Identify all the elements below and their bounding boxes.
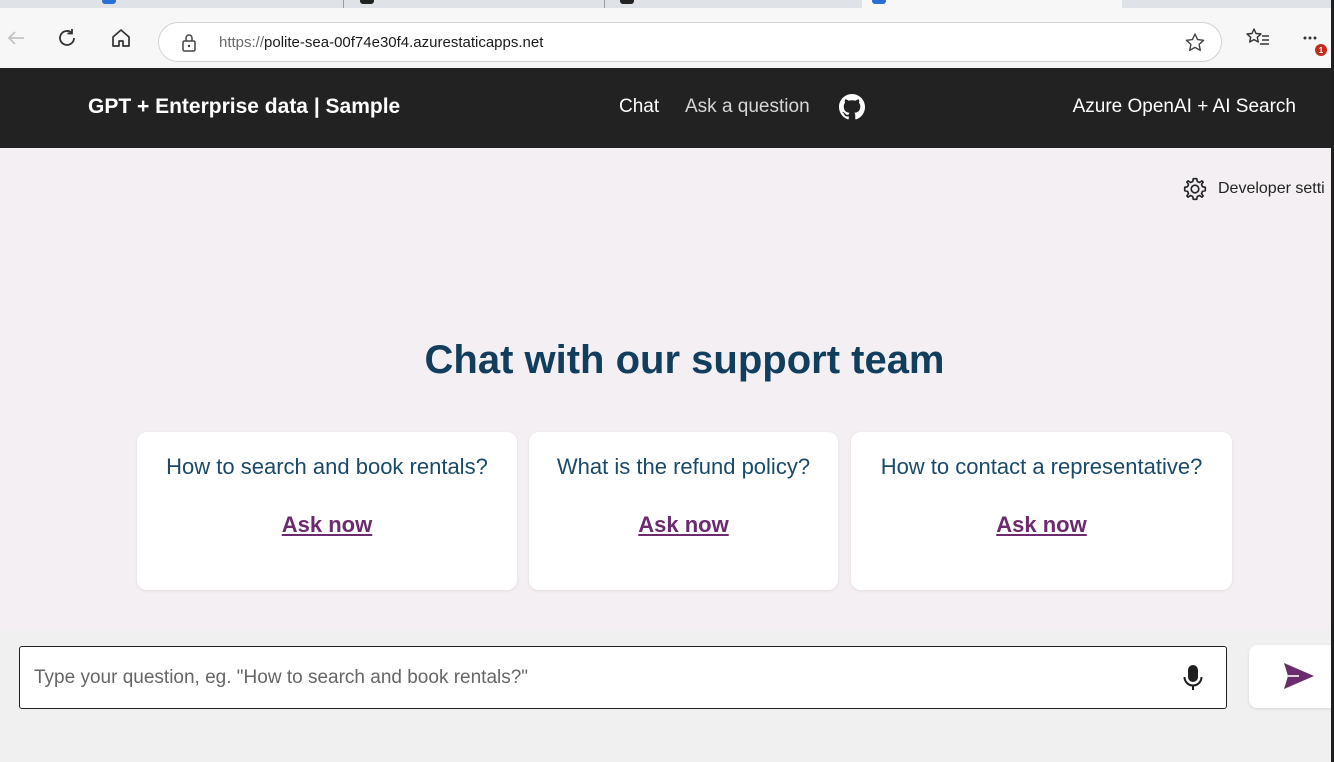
question-field[interactable] bbox=[19, 646, 1227, 709]
url-host: polite-sea-00f74e30f4.azurestaticapps.ne… bbox=[264, 34, 544, 51]
notification-badge: 1 bbox=[1315, 44, 1327, 56]
header-right-label: Azure OpenAI + AI Search bbox=[1072, 96, 1296, 117]
home-button[interactable] bbox=[105, 22, 137, 54]
browser-tab[interactable]: ✕ bbox=[92, 0, 332, 8]
example-card[interactable]: How to search and book rentals? Ask now bbox=[137, 432, 517, 590]
nav-chat[interactable]: Chat bbox=[619, 96, 659, 118]
app-header: GPT + Enterprise data | Sample Chat Ask … bbox=[0, 68, 1334, 148]
developer-settings-button[interactable]: Developer setti bbox=[1182, 176, 1325, 202]
address-bar[interactable]: https://polite-sea-00f74e30f4.azurestati… bbox=[158, 22, 1222, 62]
send-button[interactable] bbox=[1249, 645, 1334, 708]
send-icon bbox=[1284, 663, 1314, 689]
example-card[interactable]: How to contact a representative? Ask now bbox=[851, 432, 1232, 590]
browser-tab[interactable] bbox=[610, 0, 860, 8]
tab-favicon-icon bbox=[872, 0, 886, 4]
gear-icon bbox=[1183, 177, 1207, 201]
home-icon bbox=[112, 29, 130, 47]
favorites-icon bbox=[1246, 28, 1269, 45]
main-content: Developer setti Chat with our support te… bbox=[0, 148, 1334, 762]
back-button[interactable] bbox=[0, 22, 32, 54]
ask-now-link[interactable]: Ask now bbox=[851, 512, 1232, 538]
browser-tab-active[interactable] bbox=[862, 0, 1122, 8]
url-scheme: https:// bbox=[219, 34, 265, 51]
github-icon[interactable] bbox=[839, 94, 865, 120]
example-question: What is the refund policy? bbox=[556, 454, 811, 479]
browser-tabstrip: ✕ bbox=[0, 0, 1334, 8]
question-input[interactable] bbox=[20, 647, 1160, 708]
example-question: How to search and book rentals? bbox=[166, 454, 488, 479]
browser-toolbar: https://polite-sea-00f74e30f4.azurestati… bbox=[0, 8, 1334, 68]
lock-icon[interactable] bbox=[177, 31, 201, 55]
favorites-button[interactable] bbox=[1242, 22, 1274, 54]
refresh-icon bbox=[59, 29, 75, 46]
ask-now-link[interactable]: Ask now bbox=[529, 512, 838, 538]
example-card[interactable]: What is the refund policy? Ask now bbox=[529, 432, 838, 590]
ask-now-link[interactable]: Ask now bbox=[137, 512, 517, 538]
tab-separator bbox=[343, 0, 344, 8]
question-input-panel bbox=[0, 630, 1334, 762]
star-icon[interactable] bbox=[1183, 31, 1207, 55]
tab-close-icon[interactable]: ✕ bbox=[124, 0, 133, 4]
tab-favicon-icon bbox=[360, 0, 374, 4]
tab-separator bbox=[604, 0, 605, 8]
url-text[interactable]: https://polite-sea-00f74e30f4.azurestati… bbox=[219, 34, 543, 51]
tab-favicon-icon bbox=[620, 0, 634, 4]
developer-settings-label: Developer setti bbox=[1218, 180, 1325, 197]
tab-favicon-icon bbox=[102, 0, 116, 4]
refresh-button[interactable] bbox=[51, 22, 83, 54]
example-question: How to contact a representative? bbox=[880, 454, 1203, 479]
nav-ask-question[interactable]: Ask a question bbox=[685, 96, 810, 118]
page-heading: Chat with our support team bbox=[424, 338, 945, 382]
back-arrow-icon bbox=[7, 31, 24, 45]
microphone-icon[interactable] bbox=[1182, 664, 1204, 692]
browser-tab[interactable] bbox=[350, 0, 600, 8]
app-title[interactable]: GPT + Enterprise data | Sample bbox=[88, 95, 400, 119]
